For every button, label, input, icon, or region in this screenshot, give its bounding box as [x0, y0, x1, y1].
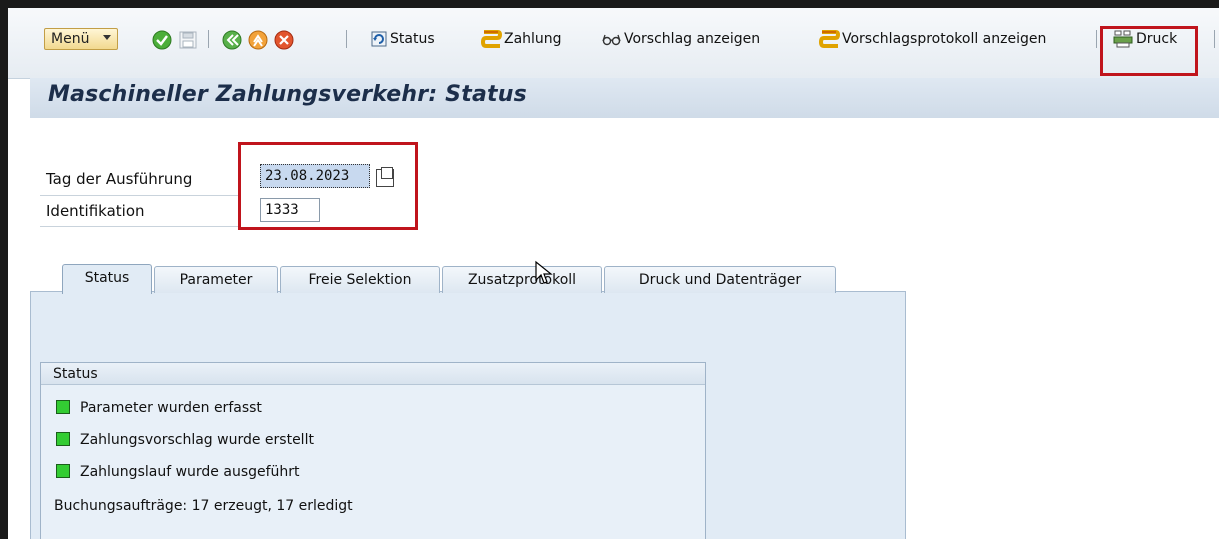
tab-parameter[interactable]: Parameter [154, 266, 278, 293]
tag-der-ausfuehrung-label: Tag der Ausführung [46, 170, 193, 188]
page-title: Maschineller Zahlungsverkehr: Status [48, 82, 527, 107]
green-status-icon [56, 463, 70, 478]
status-item-text: Zahlungslauf wurde ausgeführt [80, 464, 300, 480]
cancel-icon[interactable] [274, 30, 294, 50]
exit-icon[interactable] [248, 30, 268, 50]
tab-freie-selektion[interactable]: Freie Selektion [280, 266, 440, 293]
green-status-icon [56, 431, 70, 446]
tab-zusatzprotokoll-label: Zusatzprotokoll [467, 272, 577, 288]
status-button[interactable]: Status [370, 28, 435, 50]
tab-status-label: Status [84, 270, 130, 286]
window-left-border [0, 0, 8, 539]
toolbar-separator [346, 30, 347, 48]
vorschlagsprotokoll-label: Vorschlagsprotokoll anzeigen [842, 31, 1047, 47]
green-status-icon [56, 399, 70, 414]
input-highlight-box [238, 142, 418, 230]
toolbar-separator [1214, 30, 1215, 48]
status-summary: Buchungsaufträge: 17 erzeugt, 17 erledig… [54, 498, 353, 514]
menu-button[interactable]: Menü [44, 28, 118, 50]
chevron-down-icon [103, 35, 111, 40]
toolbar-separator [208, 30, 209, 48]
back-icon[interactable] [222, 30, 242, 50]
sap-window: Menü Status Zahlung Vorschlag anzeigen V… [0, 0, 1219, 539]
check-icon[interactable] [152, 30, 172, 50]
status-item-text: Parameter wurden erfasst [80, 400, 262, 416]
identifikation-label: Identifikation [46, 202, 145, 220]
menu-button-label: Menü [51, 31, 90, 47]
zahlung-icon [480, 30, 502, 48]
vorschlag-anzeigen-button[interactable]: Vorschlag anzeigen [602, 28, 760, 50]
save-icon[interactable] [178, 30, 198, 50]
toolbar-separator [1096, 30, 1097, 48]
status-item: Zahlungsvorschlag wurde erstellt [56, 431, 314, 448]
tab-zusatzprotokoll[interactable]: Zusatzprotokoll [442, 266, 602, 293]
window-top-border [0, 0, 1219, 8]
tab-parameter-label: Parameter [179, 272, 253, 288]
protocol-icon [818, 30, 840, 48]
refresh-icon [371, 31, 387, 47]
vorschlag-anzeigen-label: Vorschlag anzeigen [624, 31, 761, 47]
zahlung-button[interactable]: Zahlung [480, 28, 562, 50]
status-item: Parameter wurden erfasst [56, 399, 262, 416]
vorschlagsprotokoll-button[interactable]: Vorschlagsprotokoll anzeigen [818, 28, 1046, 50]
status-button-label: Status [390, 31, 435, 47]
label-underline [40, 195, 240, 196]
tab-status[interactable]: Status [62, 264, 152, 294]
tab-druck-und-datentraeger-label: Druck und Datenträger [638, 272, 802, 288]
tab-druck-und-datentraeger[interactable]: Druck und Datenträger [604, 266, 836, 293]
status-item: Zahlungslauf wurde ausgeführt [56, 463, 300, 480]
tab-freie-selektion-label: Freie Selektion [308, 272, 412, 288]
glasses-icon [602, 34, 621, 46]
status-item-text: Zahlungsvorschlag wurde erstellt [80, 432, 314, 448]
label-underline [40, 226, 240, 227]
status-group-title: Status [41, 363, 705, 385]
zahlung-button-label: Zahlung [504, 31, 562, 47]
druck-highlight-box [1100, 26, 1198, 76]
mouse-cursor-icon [535, 260, 553, 284]
